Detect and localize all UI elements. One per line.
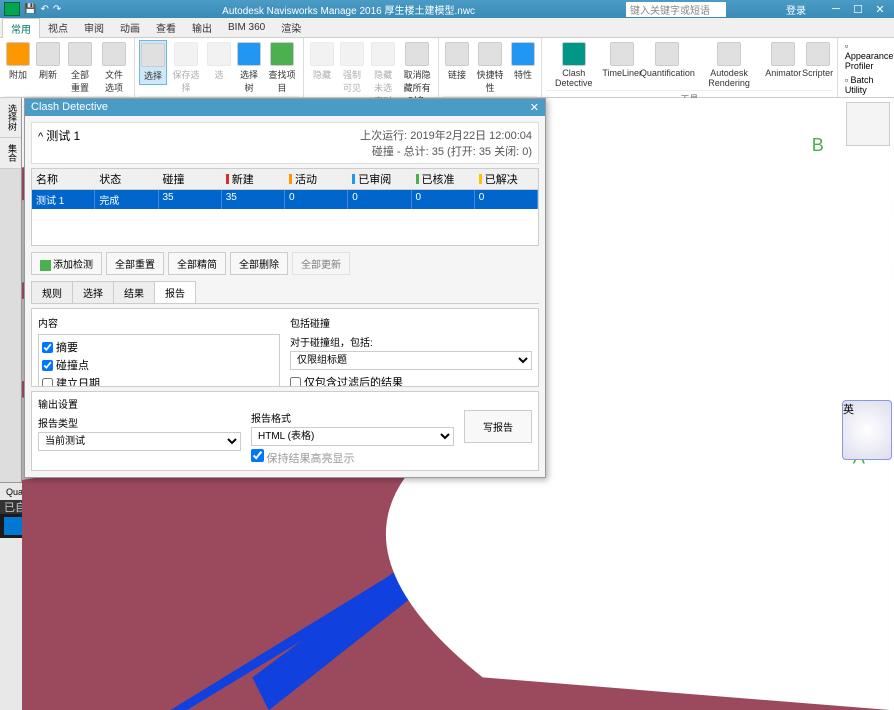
- column-header[interactable]: 活动: [285, 169, 348, 189]
- ribbon-btn-3-2[interactable]: 特性: [509, 40, 537, 83]
- viewcube[interactable]: [846, 102, 890, 146]
- test-name: 测试 1: [46, 129, 80, 143]
- clash-panel-title: Clash Detective: [31, 101, 108, 114]
- content-checklist: 摘要碰撞点建立日期已分配给核准日期核准者层名称项目路径项目 ID: [38, 334, 280, 387]
- ribbon-btn-1-4[interactable]: 查找项目: [265, 40, 299, 96]
- ribbon-btn-4-1[interactable]: TimeLiner: [604, 40, 641, 80]
- clash-panel-close-icon[interactable]: ✕: [530, 101, 539, 114]
- subtab-3[interactable]: 报告: [154, 281, 196, 303]
- close-button[interactable]: ✕: [870, 3, 890, 16]
- report-type-select[interactable]: 当前测试: [38, 432, 241, 451]
- quick-access-toolbar: 💾 ↶ ↷: [24, 4, 61, 15]
- start-button[interactable]: [4, 517, 22, 535]
- tests-table: 名称状态碰撞新建活动已审阅已核准已解决 测试 1完成35350000: [31, 168, 539, 246]
- ribbon-btn-1-0[interactable]: 选择: [139, 40, 167, 85]
- ribbon-btn-4-2[interactable]: Quantification: [643, 40, 692, 80]
- ribbon: 附加刷新全部重置文件选项项目 ▾选择保存选择选选择树查找项目选择和搜索 ▾隐藏强…: [0, 38, 894, 98]
- ribbon-btn-4-5[interactable]: Scripter: [802, 40, 832, 80]
- action-btn-1[interactable]: 全部重置: [106, 252, 164, 275]
- ribbon-btn-1-2: 选: [205, 40, 233, 83]
- minimize-button[interactable]: ─: [826, 3, 846, 16]
- ribbon-btn-2-1: 强制可见: [338, 40, 366, 96]
- ribbon-tab-1[interactable]: 视点: [40, 18, 76, 37]
- last-run-time: 2019年2月22日 12:00:04: [410, 130, 532, 142]
- dock-tab-selection-tree[interactable]: 选择树: [0, 98, 21, 138]
- ribbon-tool[interactable]: ▫ Batch Utility: [842, 74, 894, 96]
- qat-redo-icon[interactable]: ↷: [53, 4, 61, 15]
- ribbon-btn-0-3[interactable]: 文件选项: [98, 40, 130, 96]
- ribbon-btn-0-2[interactable]: 全部重置: [64, 40, 96, 96]
- help-search[interactable]: 键入关键字或短语: [626, 2, 726, 17]
- ribbon-btn-4-4[interactable]: Animator: [766, 40, 800, 80]
- ribbon-btn-3-1[interactable]: 快捷特性: [473, 40, 507, 96]
- action-btn-0[interactable]: 添加检测: [31, 252, 102, 275]
- write-report-button[interactable]: 写报告: [464, 410, 532, 443]
- qat-undo-icon[interactable]: ↶: [40, 4, 48, 15]
- ribbon-btn-0-1[interactable]: 刷新: [34, 40, 62, 83]
- ribbon-tabs: 常用视点审阅动画查看输出BIM 360渲染: [0, 18, 894, 38]
- ribbon-btn-3-0[interactable]: 链接: [443, 40, 471, 83]
- column-header[interactable]: 名称: [32, 169, 95, 189]
- window-title: Autodesk Navisworks Manage 2016 厚生楼土建模型.…: [71, 2, 626, 17]
- ribbon-btn-0-0[interactable]: 附加: [4, 40, 32, 83]
- ribbon-btn-4-0[interactable]: Clash Detective: [546, 40, 602, 90]
- action-btn-3[interactable]: 全部删除: [230, 252, 288, 275]
- column-header[interactable]: 已核准: [412, 169, 475, 189]
- ribbon-tab-7[interactable]: 渲染: [273, 18, 309, 37]
- ribbon-tool[interactable]: ▫ Appearance Profiler: [842, 40, 894, 72]
- left-dock: 选择树 集合: [0, 98, 22, 482]
- subtab-2[interactable]: 结果: [113, 281, 155, 303]
- action-btn-4: 全部更新: [292, 252, 350, 275]
- ribbon-btn-1-1: 保存选择: [169, 40, 203, 96]
- app-logo: [4, 2, 20, 16]
- title-bar: 💾 ↶ ↷ Autodesk Navisworks Manage 2016 厚生…: [0, 0, 894, 18]
- ribbon-tab-0[interactable]: 常用: [2, 18, 40, 38]
- maximize-button[interactable]: ☐: [848, 3, 868, 16]
- subtab-0[interactable]: 规则: [31, 281, 73, 303]
- workspace: 选择树 集合 B A Clash Detective ✕: [0, 98, 894, 482]
- dock-tab-sets[interactable]: 集合: [0, 138, 21, 169]
- report-format-select[interactable]: HTML (表格): [251, 427, 454, 446]
- group-select[interactable]: 仅限组标题: [290, 351, 532, 370]
- checkbox[interactable]: [42, 378, 53, 388]
- ribbon-tab-6[interactable]: BIM 360: [220, 20, 273, 35]
- subtab-1[interactable]: 选择: [72, 281, 114, 303]
- ribbon-tab-4[interactable]: 查看: [148, 18, 184, 37]
- column-header[interactable]: 已审阅: [348, 169, 411, 189]
- column-header[interactable]: 碰撞: [159, 169, 222, 189]
- ribbon-tab-3[interactable]: 动画: [112, 18, 148, 37]
- checkbox[interactable]: [42, 342, 53, 353]
- ribbon-btn-2-0: 隐藏: [308, 40, 336, 83]
- svg-text:B: B: [812, 135, 824, 155]
- ribbon-btn-4-3[interactable]: Autodesk Rendering: [694, 40, 764, 90]
- clash-detective-panel: Clash Detective ✕ ^ 测试 1 上次运行: 2019年2月22…: [24, 98, 546, 478]
- column-header[interactable]: 新建: [222, 169, 285, 189]
- column-header[interactable]: 已解决: [475, 169, 538, 189]
- qat-save-icon[interactable]: 💾: [24, 4, 36, 15]
- login-link[interactable]: 登录: [786, 2, 806, 17]
- table-row[interactable]: 测试 1完成35350000: [32, 190, 538, 209]
- clash-summary: 碰撞 - 总计: 35 (打开: 35 关闭: 0): [360, 143, 532, 159]
- desktop-pet[interactable]: 英: [842, 400, 892, 460]
- checkbox[interactable]: [42, 360, 53, 371]
- action-btn-2[interactable]: 全部精简: [168, 252, 226, 275]
- ribbon-tab-5[interactable]: 输出: [184, 18, 220, 37]
- ribbon-btn-1-3[interactable]: 选择树: [235, 40, 263, 96]
- ribbon-tab-2[interactable]: 审阅: [76, 18, 112, 37]
- column-header[interactable]: 状态: [95, 169, 158, 189]
- filter-checkbox[interactable]: [290, 377, 301, 388]
